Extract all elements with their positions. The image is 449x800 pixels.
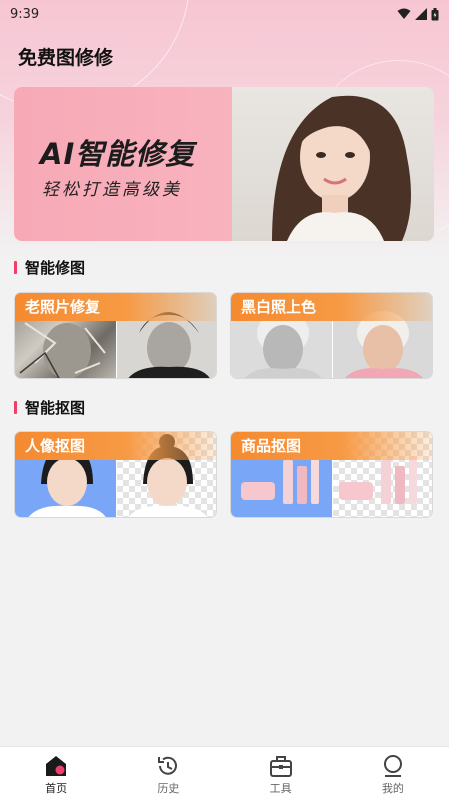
card-label: 老照片修复 [15, 293, 216, 321]
ai-repair-banner[interactable]: AI智能修复 轻松打造高级美 [14, 87, 434, 241]
tab-profile[interactable]: 我的 [337, 747, 449, 800]
tab-label: 历史 [157, 782, 180, 795]
section-header-retouch: 智能修图 [14, 257, 85, 278]
signal-icon [415, 8, 427, 20]
banner-portrait-image [232, 87, 434, 241]
old-photo-repair-card[interactable]: 老照片修复 [14, 292, 217, 379]
status-time: 9:39 [10, 6, 40, 22]
tab-label: 工具 [269, 782, 292, 795]
tab-history[interactable]: 历史 [112, 747, 224, 800]
banner-title: AI智能修复 [40, 137, 196, 171]
portrait-cutout-card[interactable]: 人像抠图 [14, 431, 217, 518]
section-accent-bar [14, 401, 17, 414]
app-title: 免费图修修 [18, 47, 114, 69]
home-icon [46, 756, 67, 776]
tab-label: 首页 [45, 782, 68, 795]
bottom-tab-bar: 首页 历史 工具 我的 [0, 746, 449, 800]
section-title: 智能抠图 [25, 399, 86, 417]
bw-colorize-card[interactable]: 黑白照上色 [230, 292, 433, 379]
portrait-illustration [272, 95, 411, 241]
battery-icon [431, 7, 439, 20]
history-icon [158, 756, 178, 775]
tab-home[interactable]: 首页 [0, 747, 112, 800]
card-label: 黑白照上色 [231, 293, 432, 321]
profile-icon [383, 755, 402, 777]
status-bar: 9:39 [0, 0, 449, 28]
card-label: 商品抠图 [231, 432, 432, 460]
banner-subtitle: 轻松打造高级美 [42, 180, 182, 200]
tab-tools[interactable]: 工具 [225, 747, 337, 800]
tab-label: 我的 [381, 782, 404, 795]
section-accent-bar [14, 261, 17, 274]
toolbox-icon [269, 756, 292, 777]
section-title: 智能修图 [25, 259, 86, 277]
status-icons [397, 7, 439, 21]
section-header-cutout: 智能抠图 [14, 397, 85, 418]
card-label: 人像抠图 [15, 432, 216, 460]
wifi-icon [397, 8, 411, 19]
banner-text-area: AI智能修复 轻松打造高级美 [14, 87, 232, 241]
product-cutout-card[interactable]: 商品抠图 [230, 431, 433, 518]
